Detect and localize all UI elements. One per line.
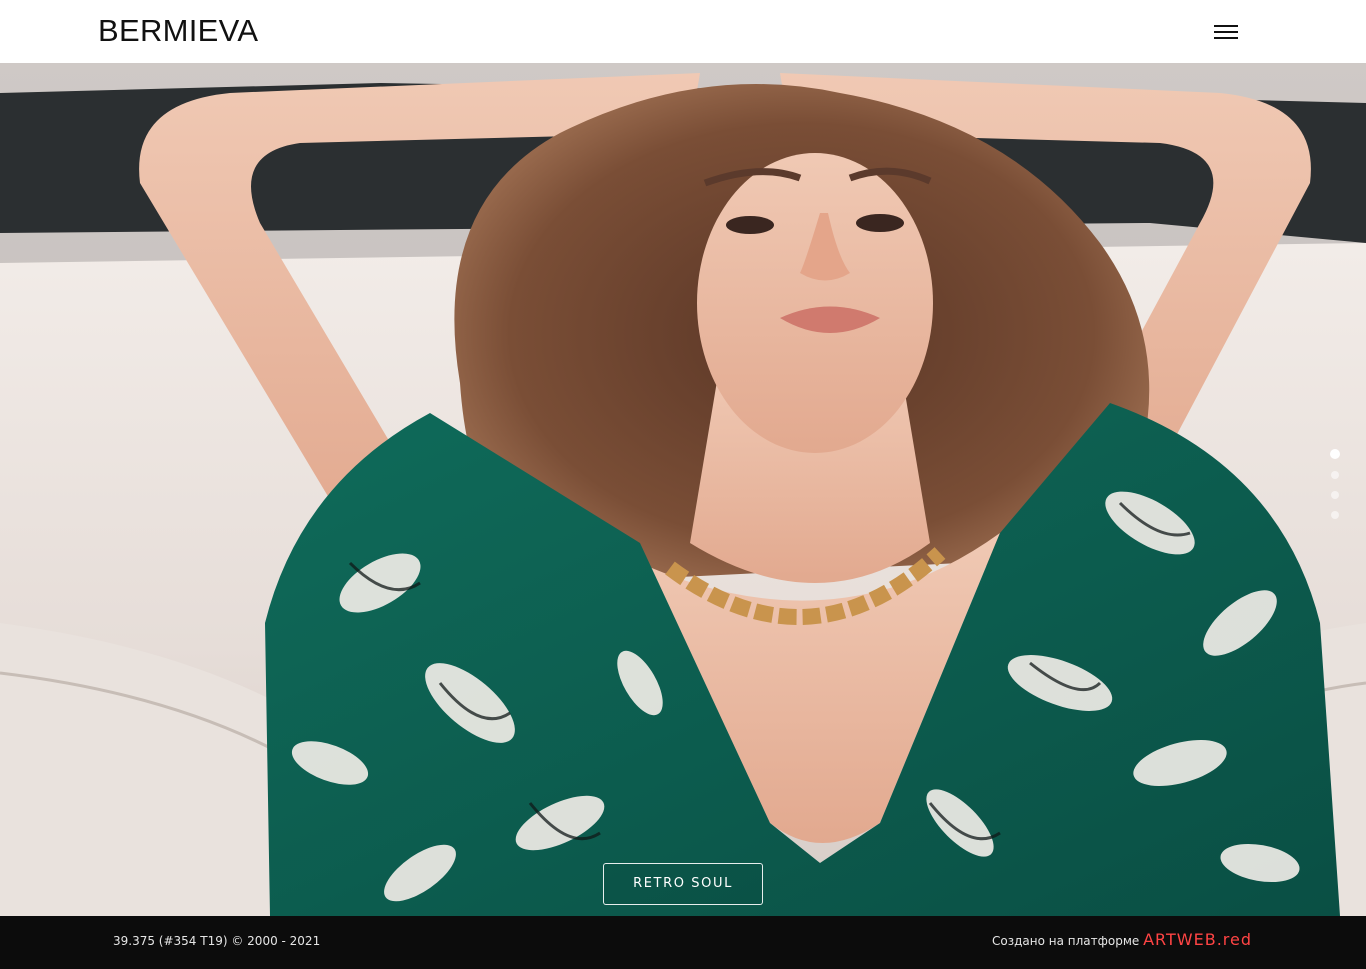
hamburger-menu-button[interactable] (1204, 16, 1248, 48)
footer-made-on: Создано на платформе (992, 934, 1140, 948)
hero-image (0, 63, 1366, 916)
hamburger-menu-icon-line (1214, 31, 1238, 33)
site-header: BERMIEVA (0, 0, 1366, 63)
slider-dot-3[interactable] (1331, 491, 1339, 499)
slider-pagination (1328, 448, 1342, 524)
site-logo[interactable]: BERMIEVA (98, 12, 258, 50)
slider-dot-4[interactable] (1331, 511, 1339, 519)
retro-soul-button[interactable]: RETRO SOUL (603, 863, 763, 905)
slider-dot-2[interactable] (1331, 471, 1339, 479)
footer-credits: Создано на платформе ARTWEB.red (992, 930, 1252, 949)
platform-link[interactable]: ARTWEB.red (1143, 930, 1252, 949)
footer-stats: 39.375 (#354 T19) © 2000 - 2021 (113, 934, 321, 948)
hero-slider (0, 63, 1366, 916)
hamburger-menu-icon-line (1214, 37, 1238, 39)
site-footer: 39.375 (#354 T19) © 2000 - 2021 Создано … (0, 916, 1366, 969)
hamburger-menu-icon (1214, 25, 1238, 27)
slider-dot-1[interactable] (1330, 449, 1340, 459)
